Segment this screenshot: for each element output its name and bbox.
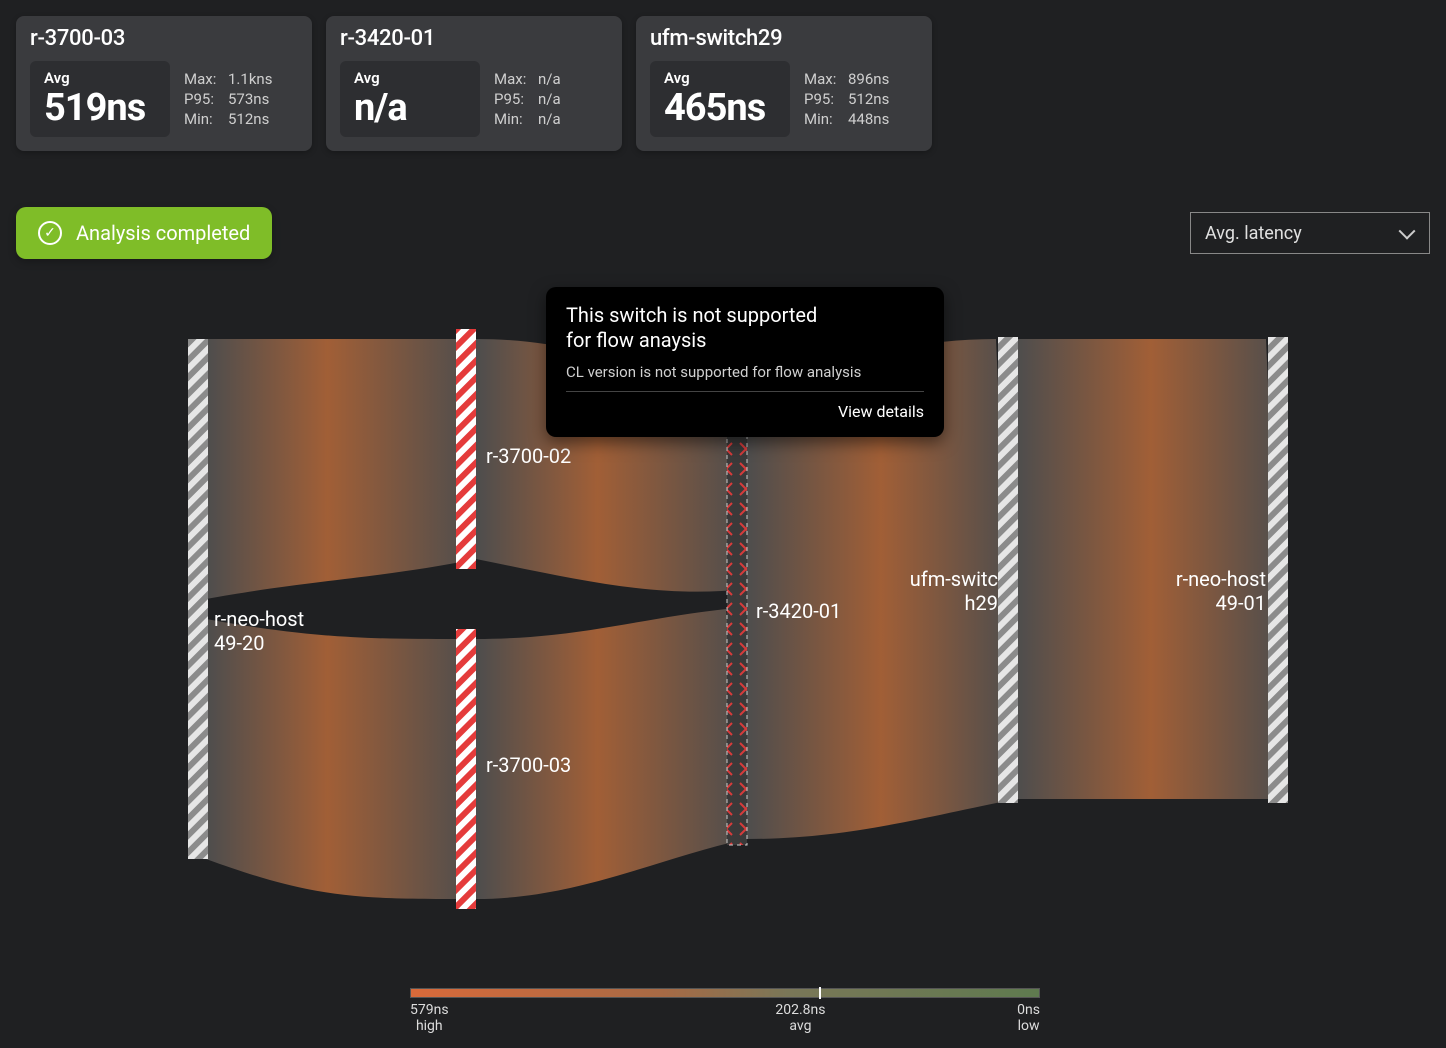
node-switch-ufm-switch29[interactable] <box>998 337 1018 803</box>
p95-label: P95: <box>494 90 534 108</box>
card-title: r-3420-01 <box>340 26 608 51</box>
node-label-r-3700-03: r-3700-03 <box>486 753 571 777</box>
min-value: 512ns <box>228 110 269 128</box>
max-label: Max: <box>184 70 224 88</box>
avg-box: Avg n/a <box>340 61 480 137</box>
check-circle-icon <box>38 221 62 245</box>
p95-value: n/a <box>538 90 561 108</box>
card-title: r-3700-03 <box>30 26 298 51</box>
legend-gradient <box>410 988 1040 998</box>
p95-label: P95: <box>184 90 224 108</box>
avg-box: Avg 519ns <box>30 61 170 137</box>
status-pill: Analysis completed <box>16 207 272 259</box>
avg-value: 465ns <box>664 89 776 127</box>
legend-high: 579nshigh <box>410 1002 449 1034</box>
stats: Max:896ns P95:512ns Min:448ns <box>804 61 889 137</box>
p95-value: 573ns <box>228 90 269 108</box>
legend: 579nshigh 202.8nsavg 0nslow <box>410 988 1040 1034</box>
tooltip-subtitle: CL version is not supported for flow ana… <box>566 363 924 392</box>
flow-diagram: r-neo-host49-20 r-3700-02 r-3700-03 r-34… <box>16 299 1430 939</box>
summary-cards: r-3700-03 Avg 519ns Max:1.1kns P95:573ns… <box>16 16 1430 151</box>
avg-label: Avg <box>44 69 156 87</box>
node-switch-r-3420-01[interactable] <box>727 375 747 845</box>
avg-label: Avg <box>664 69 776 87</box>
tooltip-unsupported: This switch is not supported for flow an… <box>546 287 944 437</box>
node-host-right[interactable] <box>1268 337 1288 803</box>
stats: Max:1.1kns P95:573ns Min:512ns <box>184 61 272 137</box>
chevron-down-icon <box>1401 228 1417 238</box>
view-details-link[interactable]: View details <box>566 402 924 421</box>
p95-value: 512ns <box>848 90 889 108</box>
avg-label: Avg <box>354 69 466 87</box>
flow-link <box>206 339 476 599</box>
status-text: Analysis completed <box>76 221 250 245</box>
card-r-3700-03[interactable]: r-3700-03 Avg 519ns Max:1.1kns P95:573ns… <box>16 16 312 151</box>
flow-link <box>206 619 476 899</box>
card-r-3420-01[interactable]: r-3420-01 Avg n/a Max:n/a P95:n/a Min:n/… <box>326 16 622 151</box>
node-label-host-left: r-neo-host49-20 <box>214 607 304 655</box>
node-label-r-3420-01: r-3420-01 <box>756 599 841 623</box>
node-label-r-3700-02: r-3700-02 <box>486 444 571 468</box>
tooltip-title: This switch is not supported for flow an… <box>566 303 924 353</box>
min-label: Min: <box>494 110 534 128</box>
node-switch-r-3700-02[interactable] <box>456 329 476 569</box>
card-ufm-switch29[interactable]: ufm-switch29 Avg 465ns Max:896ns P95:512… <box>636 16 932 151</box>
legend-avg-mark <box>819 987 821 999</box>
min-label: Min: <box>184 110 224 128</box>
avg-value: n/a <box>354 89 466 127</box>
max-label: Max: <box>494 70 534 88</box>
min-value: n/a <box>538 110 561 128</box>
avg-box: Avg 465ns <box>650 61 790 137</box>
node-switch-r-3700-03[interactable] <box>456 629 476 909</box>
node-host-left[interactable] <box>188 339 208 859</box>
metric-dropdown[interactable]: Avg. latency <box>1190 212 1430 254</box>
max-value: 1.1kns <box>228 70 272 88</box>
dropdown-selected: Avg. latency <box>1205 223 1302 244</box>
min-value: 448ns <box>848 110 889 128</box>
legend-low: 0nslow <box>1017 1002 1040 1034</box>
legend-avg: 202.8nsavg <box>775 1002 825 1034</box>
min-label: Min: <box>804 110 844 128</box>
node-label-ufm-switch29: ufm-switch29 <box>878 567 998 615</box>
stats: Max:n/a P95:n/a Min:n/a <box>494 61 561 137</box>
max-value: 896ns <box>848 70 889 88</box>
card-title: ufm-switch29 <box>650 26 918 51</box>
max-label: Max: <box>804 70 844 88</box>
node-label-host-right: r-neo-host49-01 <box>1146 567 1266 615</box>
max-value: n/a <box>538 70 561 88</box>
avg-value: 519ns <box>44 89 156 127</box>
p95-label: P95: <box>804 90 844 108</box>
